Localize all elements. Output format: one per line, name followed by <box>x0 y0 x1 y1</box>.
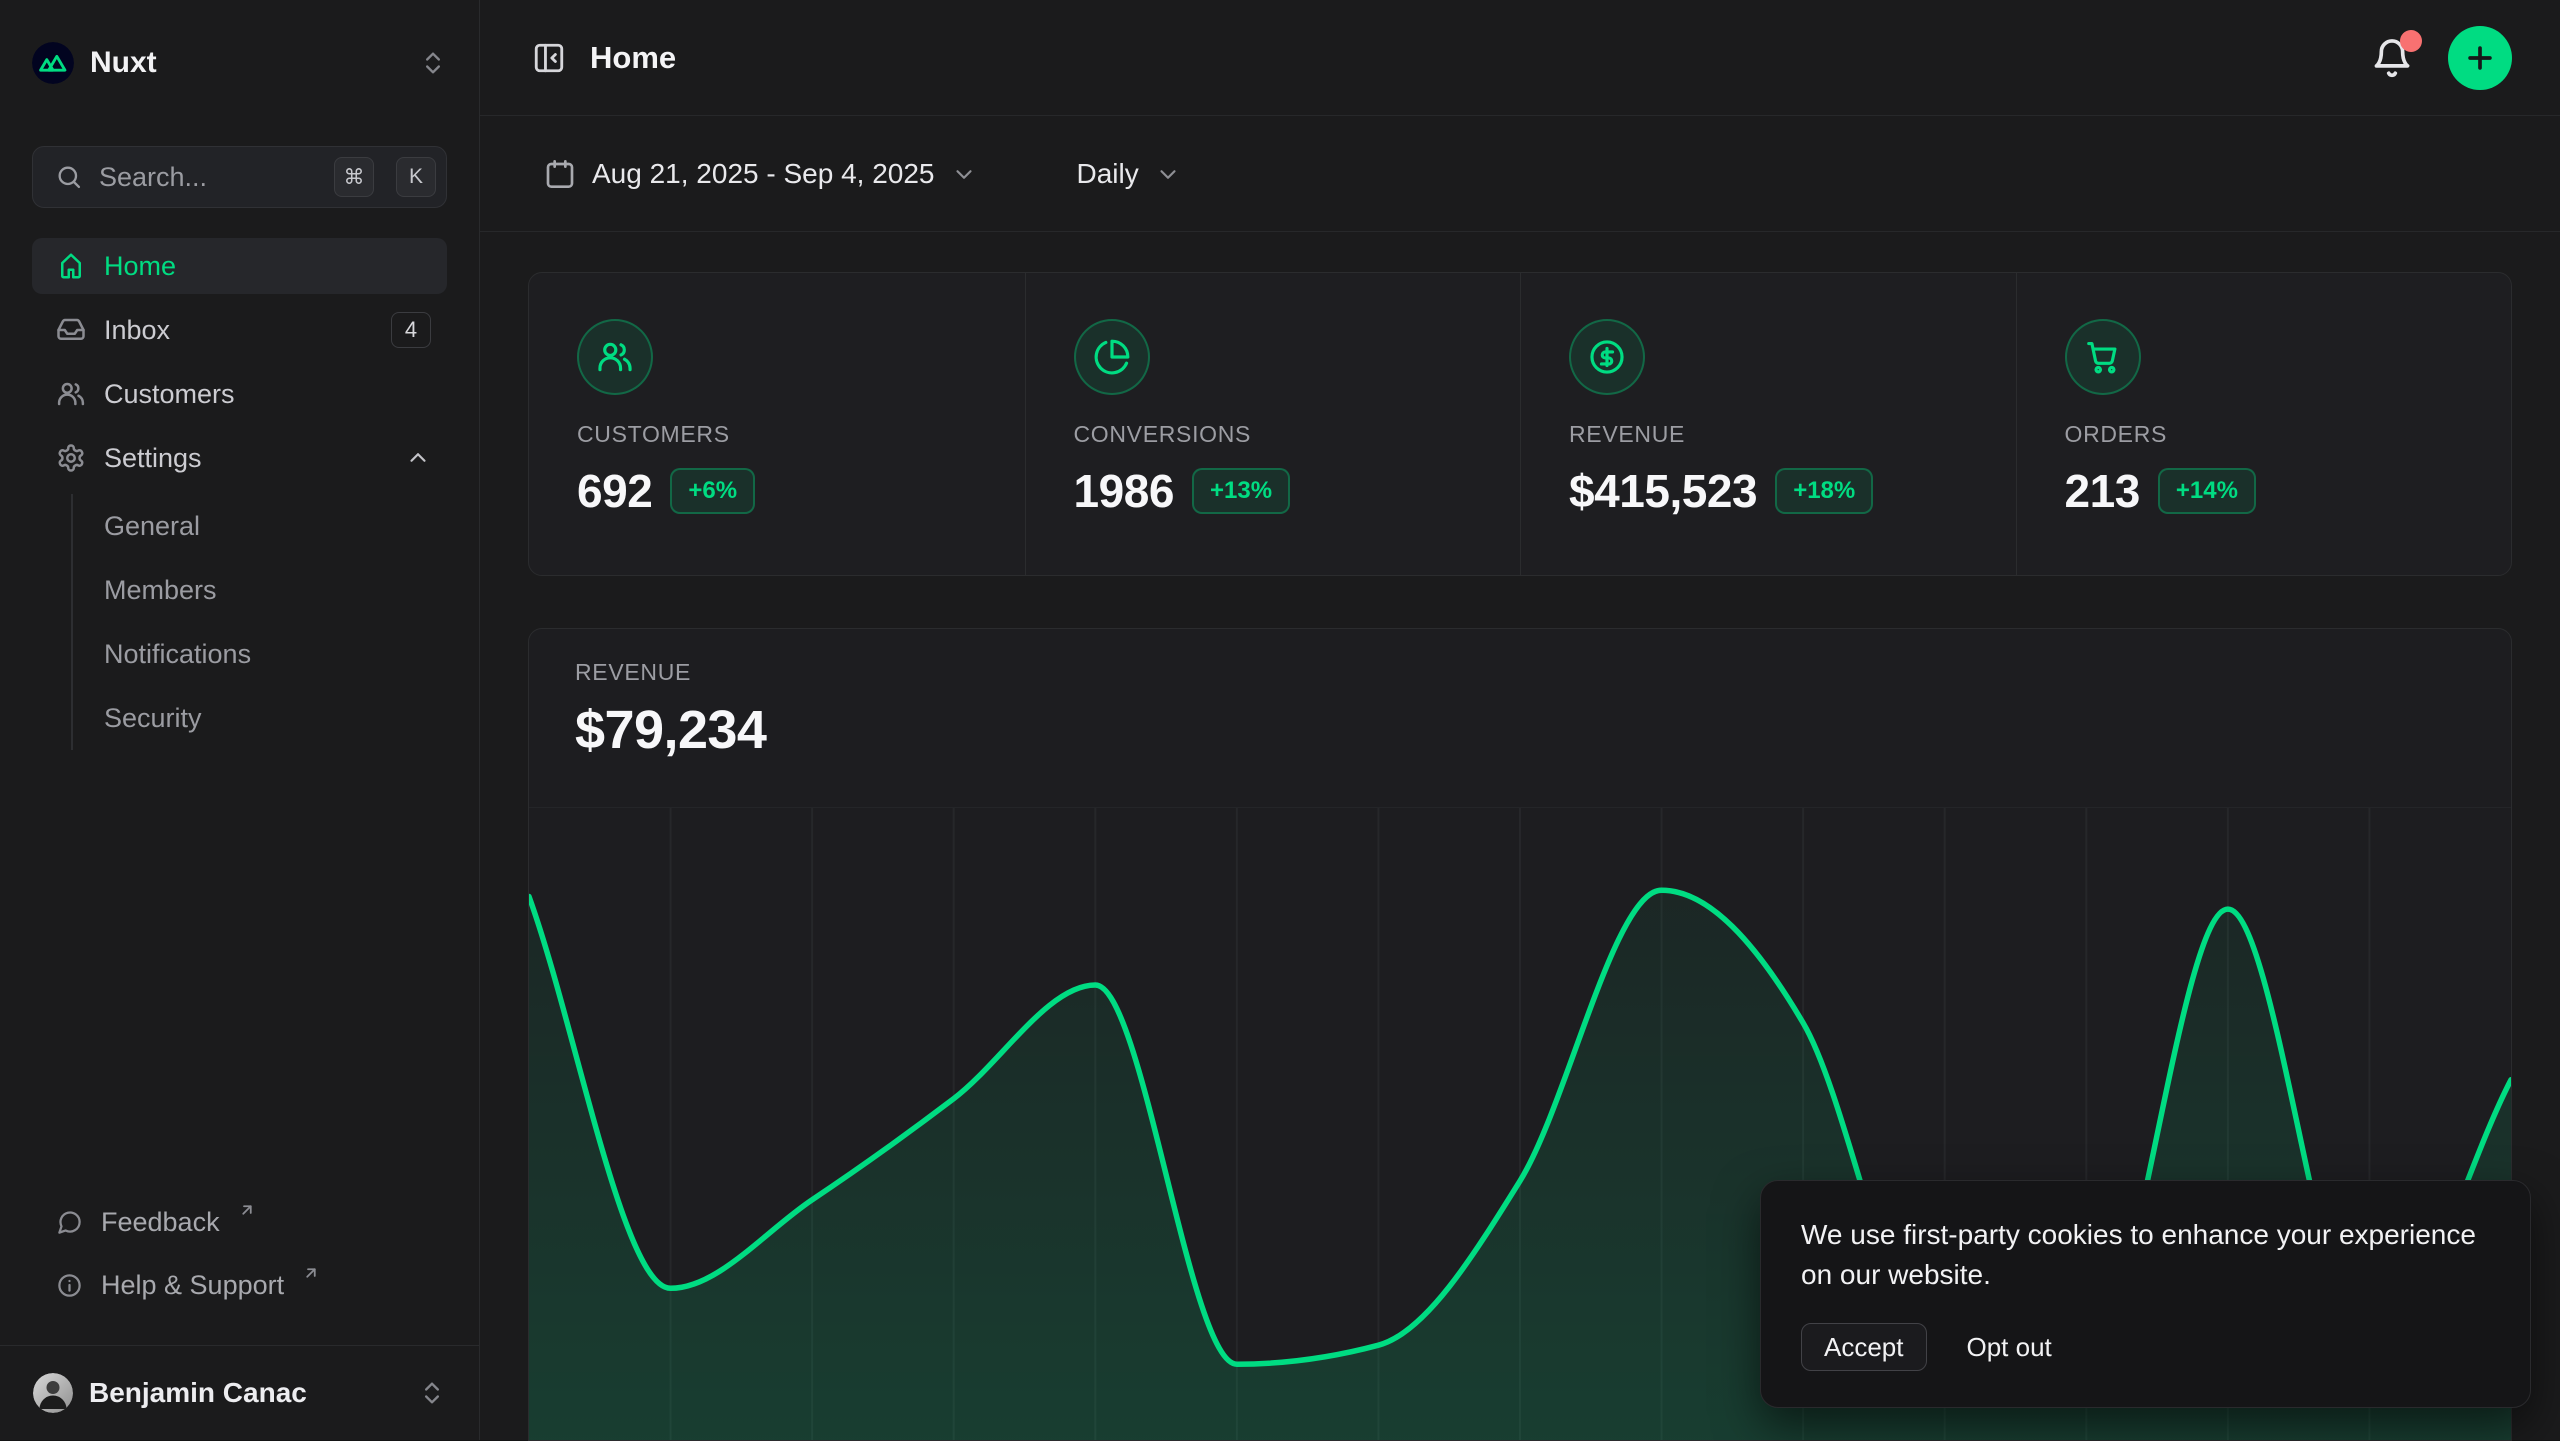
stat-value: 692 <box>577 464 652 518</box>
stat-card-conversions[interactable]: CONVERSIONS 1986 +13% <box>1025 273 1521 575</box>
accept-button[interactable]: Accept <box>1801 1323 1927 1371</box>
stat-value: 213 <box>2065 464 2140 518</box>
chevrons-up-down-icon <box>418 1379 446 1407</box>
sidebar-nav: Home Inbox 4 Customers Settings Genera <box>32 238 447 750</box>
chevron-up-icon <box>405 445 431 471</box>
revenue-chart-label: REVENUE <box>575 659 2465 686</box>
feedback-link[interactable]: Feedback <box>32 1195 447 1251</box>
users-icon <box>577 319 653 395</box>
filters-toolbar: Aug 21, 2025 - Sep 4, 2025 Daily <box>480 116 2560 232</box>
sidebar-item-label: Inbox <box>104 315 373 346</box>
workspace-switcher[interactable]: Nuxt <box>32 26 447 100</box>
feedback-label: Feedback <box>101 1207 220 1238</box>
sidebar-spacer <box>32 750 447 1195</box>
header-actions <box>2362 26 2512 90</box>
search-input[interactable]: Search... ⌘ K <box>32 146 447 208</box>
sidebar-item-members[interactable]: Members <box>104 558 447 622</box>
collapse-sidebar-button[interactable] <box>520 29 578 87</box>
plus-icon <box>2463 41 2497 75</box>
chevron-down-icon <box>1155 161 1181 187</box>
opt-out-button[interactable]: Opt out <box>1967 1332 2052 1363</box>
sidebar-item-label: Home <box>104 251 431 282</box>
users-icon <box>56 379 86 409</box>
cookie-message: We use first-party cookies to enhance yo… <box>1801 1215 2490 1295</box>
stat-delta-badge: +18% <box>1775 468 1873 514</box>
add-button[interactable] <box>2448 26 2512 90</box>
sidebar: Nuxt Search... ⌘ K Home Inbox 4 <box>0 0 480 1440</box>
stat-card-orders[interactable]: ORDERS 213 +14% <box>2016 273 2512 575</box>
date-range-label: Aug 21, 2025 - Sep 4, 2025 <box>592 158 935 190</box>
workspace-name: Nuxt <box>90 46 403 80</box>
inbox-count-badge: 4 <box>391 312 431 348</box>
user-menu[interactable]: Benjamin Canac <box>0 1345 479 1440</box>
notifications-button[interactable] <box>2362 28 2422 88</box>
page-header: Home <box>480 0 2560 116</box>
cookie-actions: Accept Opt out <box>1801 1323 2490 1371</box>
granularity-select[interactable]: Daily <box>1053 146 1197 202</box>
stat-label: REVENUE <box>1569 421 1968 448</box>
chevrons-up-down-icon <box>419 49 447 77</box>
stat-delta-badge: +14% <box>2158 468 2256 514</box>
sidebar-item-security[interactable]: Security <box>104 686 447 750</box>
stat-value: 1986 <box>1074 464 1175 518</box>
help-support-label: Help & Support <box>101 1270 284 1301</box>
avatar <box>33 1373 73 1413</box>
pie-chart-icon <box>1074 319 1150 395</box>
home-icon <box>56 251 86 281</box>
shopping-cart-icon <box>2065 319 2141 395</box>
stat-card-revenue[interactable]: REVENUE $415,523 +18% <box>1520 273 2016 575</box>
stat-delta-badge: +6% <box>670 468 755 514</box>
date-range-picker[interactable]: Aug 21, 2025 - Sep 4, 2025 <box>520 146 993 202</box>
chat-bubble-icon <box>56 1209 83 1236</box>
stat-card-customers[interactable]: CUSTOMERS 692 +6% <box>529 273 1025 575</box>
sidebar-item-label: Settings <box>104 443 387 474</box>
cookie-banner: We use first-party cookies to enhance yo… <box>1760 1180 2531 1408</box>
search-placeholder: Search... <box>99 162 312 193</box>
arrow-up-right-icon <box>238 1201 256 1219</box>
sidebar-item-home[interactable]: Home <box>32 238 447 294</box>
stats-row: CUSTOMERS 692 +6% CONVERSIONS 1986 +13% <box>528 272 2512 576</box>
chevron-down-icon <box>951 161 977 187</box>
stat-label: ORDERS <box>2065 421 2464 448</box>
granularity-label: Daily <box>1077 158 1139 190</box>
revenue-chart-value: $79,234 <box>575 700 2465 760</box>
notification-dot <box>2400 30 2422 52</box>
inbox-icon <box>56 315 86 345</box>
info-circle-icon <box>56 1272 83 1299</box>
kbd-cmd: ⌘ <box>334 157 374 197</box>
help-support-link[interactable]: Help & Support <box>32 1258 447 1314</box>
kbd-k: K <box>396 157 436 197</box>
user-name: Benjamin Canac <box>89 1377 402 1409</box>
gear-icon <box>56 443 86 473</box>
stat-label: CUSTOMERS <box>577 421 977 448</box>
sidebar-item-notifications[interactable]: Notifications <box>104 622 447 686</box>
arrow-up-right-icon <box>302 1264 320 1282</box>
nuxt-logo-icon <box>32 42 74 84</box>
sidebar-item-general[interactable]: General <box>104 494 447 558</box>
revenue-chart-header: REVENUE $79,234 <box>529 629 2511 760</box>
sidebar-item-inbox[interactable]: Inbox 4 <box>32 302 447 358</box>
stat-label: CONVERSIONS <box>1074 421 1473 448</box>
settings-subnav: General Members Notifications Security <box>71 494 447 750</box>
circle-dollar-icon <box>1569 319 1645 395</box>
page-title: Home <box>590 40 676 76</box>
sidebar-item-settings[interactable]: Settings <box>32 430 447 486</box>
sidebar-item-customers[interactable]: Customers <box>32 366 447 422</box>
stat-delta-badge: +13% <box>1192 468 1290 514</box>
stat-value: $415,523 <box>1569 464 1757 518</box>
calendar-icon <box>544 158 576 190</box>
sidebar-item-label: Customers <box>104 379 431 410</box>
search-icon <box>55 163 83 191</box>
